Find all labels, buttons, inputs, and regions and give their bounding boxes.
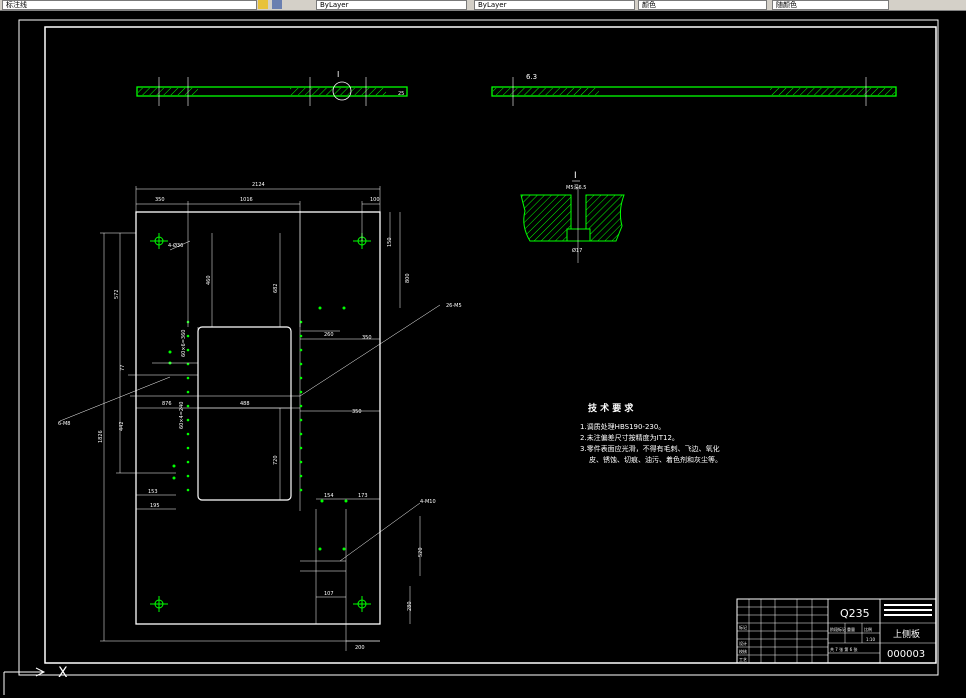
- layer-state-icon[interactable]: [272, 0, 282, 9]
- dim-bottom-173: 173: [358, 493, 368, 499]
- row-check: 校核: [739, 648, 747, 654]
- dim-height-460: 460: [206, 275, 212, 285]
- dim-offset-876: 876: [162, 401, 172, 407]
- section-label: I: [337, 70, 339, 79]
- roughness-label: 6.3: [526, 73, 537, 81]
- tech-line-3: 3.零件表面应光滑，不得有毛刺、飞边、氧化: [580, 444, 720, 453]
- section-view-left: I 25: [136, 70, 408, 106]
- title-block: Q235 上侧板 000003 1:10 共 7 张 第 6 张 阶段标记 重量…: [736, 598, 937, 664]
- dim-bolt-pitch2: 60×4=240: [179, 402, 185, 429]
- dim-span-top: 1016: [240, 197, 253, 203]
- technical-requirements: 技 术 要 求 1.调质处理HBS190-230。 2.未注偏差尺寸按精度为IT…: [580, 402, 722, 464]
- row-mark: 标记: [739, 624, 747, 630]
- dim-hole-right: 100: [370, 197, 380, 203]
- dim-right-260: 260: [324, 332, 334, 338]
- dim-bottom-195: 195: [150, 503, 160, 509]
- dim-height-800: 800: [405, 273, 411, 283]
- dim-left-lower: 442: [119, 421, 125, 431]
- dim-right-280: 280: [407, 601, 413, 611]
- label-4-m10: 4-M10: [420, 499, 436, 505]
- linetype-dropdown[interactable]: ByLayer: [474, 0, 635, 10]
- dim-side-77: 77: [120, 365, 126, 371]
- dim-left-height-top: 572: [114, 289, 120, 299]
- dim-window-height: 720: [273, 455, 279, 465]
- dim-bottom-154: 154: [324, 493, 334, 499]
- sheet-info: 共 7 张 第 6 张: [830, 646, 857, 652]
- dim-height-682: 682: [273, 283, 279, 293]
- detail-bottom-dim: Ø17: [572, 247, 582, 254]
- row-process: 工艺: [739, 657, 747, 662]
- tech-line-4: 皮、锈蚀、切痕、油污、着色剂和灰尘等。: [589, 455, 722, 464]
- tech-line-1: 1.调质处理HBS190-230。: [580, 422, 665, 431]
- tech-line-2: 2.未注偏差尺寸按精度为IT12。: [580, 433, 679, 442]
- dim-bottom-200: 200: [355, 645, 365, 651]
- section-view-right: 6.3: [491, 73, 897, 106]
- plate-thickness-dim: 25: [398, 91, 404, 97]
- dim-total-height: 1826: [98, 430, 104, 443]
- dim-left-offset: 350: [155, 197, 165, 203]
- dim-overall-width: 2124: [252, 182, 265, 188]
- dim-hole-down: 150: [387, 237, 393, 247]
- plate-window: [197, 326, 292, 501]
- color-dropdown[interactable]: ByLayer: [316, 0, 467, 10]
- plotstyle-dropdown[interactable]: 随颜色: [772, 0, 889, 10]
- layer-icon[interactable]: [258, 0, 268, 9]
- col-scale: 比例: [864, 626, 872, 632]
- dim-right-520: 520: [418, 547, 424, 557]
- outer-border: [18, 19, 939, 676]
- dim-right-350: 350: [362, 335, 372, 341]
- dim-bottom-153: 153: [148, 489, 158, 495]
- properties-toolbar: 标注线 ByLayer ByLayer 颜色 随颜色: [0, 0, 966, 11]
- layer-dropdown[interactable]: 标注线: [2, 0, 257, 10]
- part-name: 上侧板: [893, 628, 920, 640]
- dim-center-488: 488: [240, 401, 250, 407]
- lineweight-dropdown[interactable]: 颜色: [638, 0, 767, 10]
- detail-view-i: I M5深6.5 Ø17: [520, 171, 625, 263]
- drawing-svg: I 25 6.3 I M5深6.5 Ø17 2124 350 1016 100 …: [3, 19, 939, 695]
- inner-border: [44, 26, 937, 664]
- drawing-number: 000003: [887, 649, 925, 660]
- detail-label: I: [574, 171, 577, 181]
- plate-outline: [135, 211, 381, 625]
- drawing-canvas[interactable]: I 25 6.3 I M5深6.5 Ø17 2124 350 1016 100 …: [0, 11, 966, 695]
- ucs-x-label: X: [58, 665, 68, 681]
- detail-top-dim: M5深6.5: [566, 184, 586, 191]
- material-label: Q235: [840, 607, 870, 620]
- tech-title: 技 术 要 求: [588, 402, 634, 414]
- dim-right-350b: 350: [352, 409, 362, 415]
- dim-bolt-pitch: 60×6=360: [181, 330, 187, 357]
- row-design: 设计: [739, 640, 747, 646]
- ucs-icon: X: [3, 665, 68, 695]
- label-4-holes-top: 4-Ø36: [168, 242, 183, 249]
- dim-bottom-107: 107: [324, 591, 334, 597]
- label-6-m8: 6-M8: [58, 421, 70, 427]
- col-stage: 阶段标记: [830, 626, 846, 632]
- main-plate-view: 2124 350 1016 100 150 572 460 682 800 77…: [58, 182, 462, 651]
- label-26-m5: 26-M5: [446, 303, 462, 309]
- scale-value: 1:10: [866, 637, 875, 642]
- col-weight: 重量: [847, 626, 855, 632]
